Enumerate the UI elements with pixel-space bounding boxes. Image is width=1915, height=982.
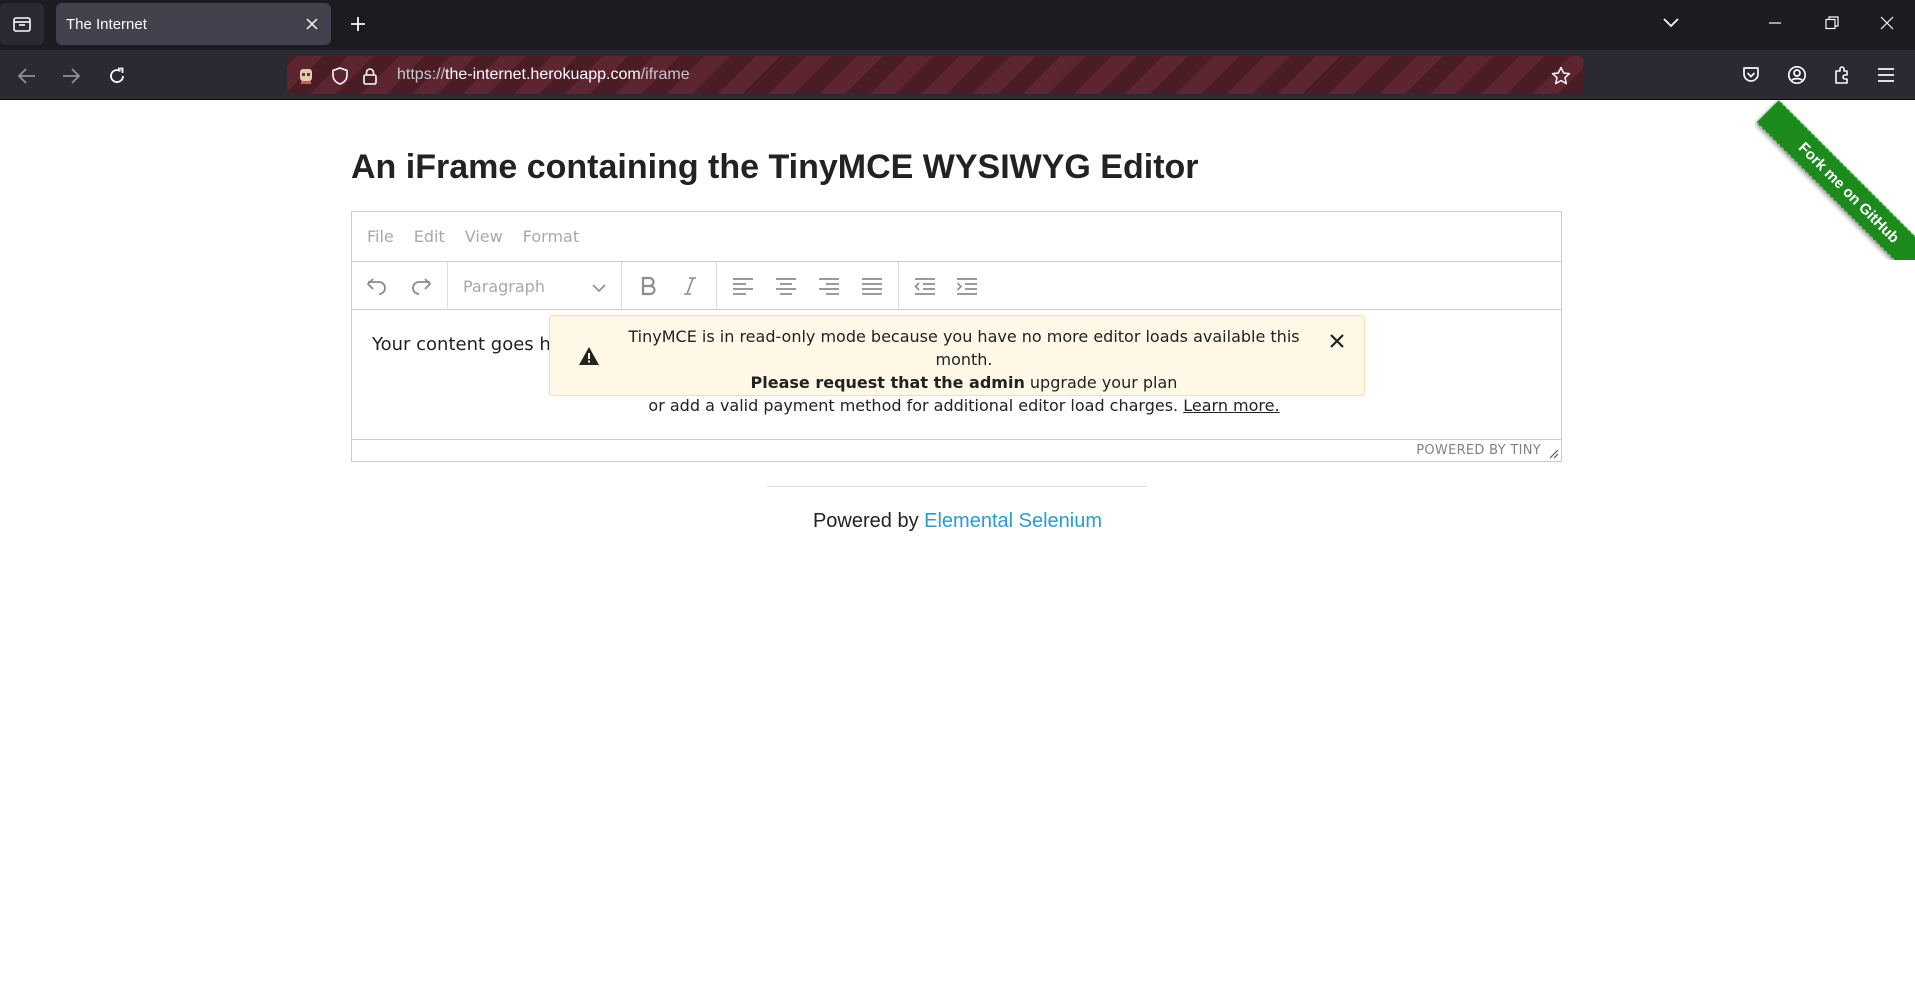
bold-button[interactable] — [631, 270, 665, 302]
toolbar-separator — [716, 262, 717, 310]
notice-bold-text: Please request that the admin — [750, 373, 1025, 392]
menu-view[interactable]: View — [465, 227, 503, 246]
undo-button[interactable] — [360, 270, 394, 302]
menu-file[interactable]: File — [367, 227, 394, 246]
editor-statusbar: POWERED BY TINY — [352, 439, 1561, 461]
pocket-icon — [1743, 67, 1759, 82]
url-scheme: https:// — [397, 66, 446, 83]
align-right-button[interactable] — [812, 270, 846, 302]
menu-button[interactable] — [1873, 62, 1899, 88]
close-window-button[interactable] — [1870, 8, 1904, 38]
align-center-icon — [776, 278, 796, 295]
menu-format[interactable]: Format — [523, 227, 579, 246]
reload-icon — [110, 67, 124, 83]
justify-button[interactable] — [855, 270, 889, 302]
footer: Powered by Elemental Selenium — [0, 510, 1915, 533]
close-icon — [1880, 16, 1894, 30]
shield-icon[interactable] — [329, 65, 351, 87]
extensions-button[interactable] — [1829, 62, 1855, 88]
arrow-right-icon — [63, 68, 80, 84]
url-path: /iframe — [640, 66, 690, 83]
tab-bar: The Internet — [0, 0, 1915, 50]
github-ribbon-container: Fork me on GitHub — [1755, 100, 1915, 260]
notice-line-2: Please request that the admin upgrade yo… — [614, 371, 1314, 394]
redo-icon — [412, 278, 432, 295]
indent-button[interactable] — [950, 270, 984, 302]
url-text[interactable]: https://the-internet.herokuapp.com/ifram… — [397, 66, 690, 84]
notice-line-3: or add a valid payment method for additi… — [614, 394, 1314, 417]
restore-button[interactable] — [1815, 8, 1849, 38]
outdent-button[interactable] — [908, 270, 942, 302]
italic-button[interactable] — [673, 270, 707, 302]
star-icon — [1551, 66, 1571, 85]
notice-line-3-text: or add a valid payment method for additi… — [648, 396, 1184, 415]
back-button[interactable] — [12, 61, 42, 91]
editor-menubar: File Edit View Format — [352, 212, 1561, 262]
forward-button[interactable] — [56, 61, 86, 91]
align-left-icon — [733, 278, 753, 295]
bold-icon — [641, 276, 656, 296]
plus-icon — [351, 17, 365, 31]
bookmark-star-button[interactable] — [1550, 65, 1572, 87]
footer-divider — [767, 486, 1147, 487]
notice-close-button[interactable] — [1326, 330, 1348, 352]
elemental-selenium-link[interactable]: Elemental Selenium — [924, 510, 1102, 532]
puzzle-piece-icon — [1835, 66, 1848, 84]
list-all-tabs-button[interactable] — [1654, 8, 1688, 38]
powered-by-tiny-link[interactable]: POWERED BY TINY — [1416, 443, 1541, 458]
toolbar-separator — [621, 262, 622, 310]
undo-icon — [366, 278, 386, 295]
lock-icon[interactable] — [359, 65, 381, 87]
editor-toolbar: Paragraph — [352, 262, 1561, 310]
align-left-button[interactable] — [726, 270, 760, 302]
new-tab-button[interactable] — [346, 12, 370, 36]
tab-close-button[interactable] — [303, 15, 321, 33]
redo-button[interactable] — [404, 270, 438, 302]
editor-content-text[interactable]: Your content goes h — [372, 334, 551, 355]
tab-the-internet[interactable]: The Internet — [56, 3, 331, 45]
read-only-notice: TinyMCE is in read-only mode because you… — [549, 315, 1365, 415]
align-center-button[interactable] — [769, 270, 803, 302]
chevron-down-icon — [592, 278, 606, 297]
minimize-button[interactable] — [1758, 8, 1792, 38]
close-icon — [1330, 334, 1344, 348]
firefox-view-button[interactable] — [0, 3, 44, 45]
account-icon — [1787, 65, 1807, 85]
restore-icon — [1825, 16, 1839, 30]
account-button[interactable] — [1784, 62, 1810, 88]
toolbar-separator — [898, 262, 899, 310]
learn-more-link[interactable]: Learn more. — [1183, 396, 1279, 415]
url-bar[interactable]: https://the-internet.herokuapp.com/ifram… — [287, 56, 1583, 94]
notice-line-2-rest: upgrade your plan — [1024, 373, 1178, 392]
footer-prefix: Powered by — [812, 510, 925, 532]
resize-handle-icon[interactable] — [1547, 447, 1559, 459]
hamburger-icon — [1878, 68, 1894, 82]
tab-title: The Internet — [66, 15, 147, 33]
block-format-select[interactable]: Paragraph — [448, 270, 618, 302]
outdent-icon — [914, 278, 935, 295]
notice-line-1: TinyMCE is in read-only mode because you… — [628, 327, 1300, 369]
url-host: the-internet.herokuapp.com — [445, 66, 641, 83]
close-icon — [306, 18, 318, 30]
minimize-icon — [1769, 22, 1781, 24]
warning-icon — [579, 347, 599, 365]
indent-icon — [956, 278, 977, 295]
reload-button[interactable] — [102, 61, 132, 91]
fork-me-on-github-ribbon[interactable]: Fork me on GitHub — [1756, 100, 1915, 260]
pocket-button[interactable] — [1738, 62, 1764, 88]
italic-icon — [684, 277, 696, 295]
firefox-view-icon — [13, 17, 31, 32]
align-right-icon — [819, 278, 839, 295]
block-format-value: Paragraph — [463, 276, 545, 296]
notice-message: TinyMCE is in read-only mode because you… — [614, 325, 1314, 417]
chevron-down-icon — [1663, 18, 1679, 28]
page-title: An iFrame containing the TinyMCE WYSIWYG… — [351, 148, 1199, 186]
menu-edit[interactable]: Edit — [414, 227, 445, 246]
align-justify-icon — [862, 278, 882, 295]
robot-icon[interactable] — [295, 65, 317, 87]
arrow-left-icon — [18, 68, 35, 84]
